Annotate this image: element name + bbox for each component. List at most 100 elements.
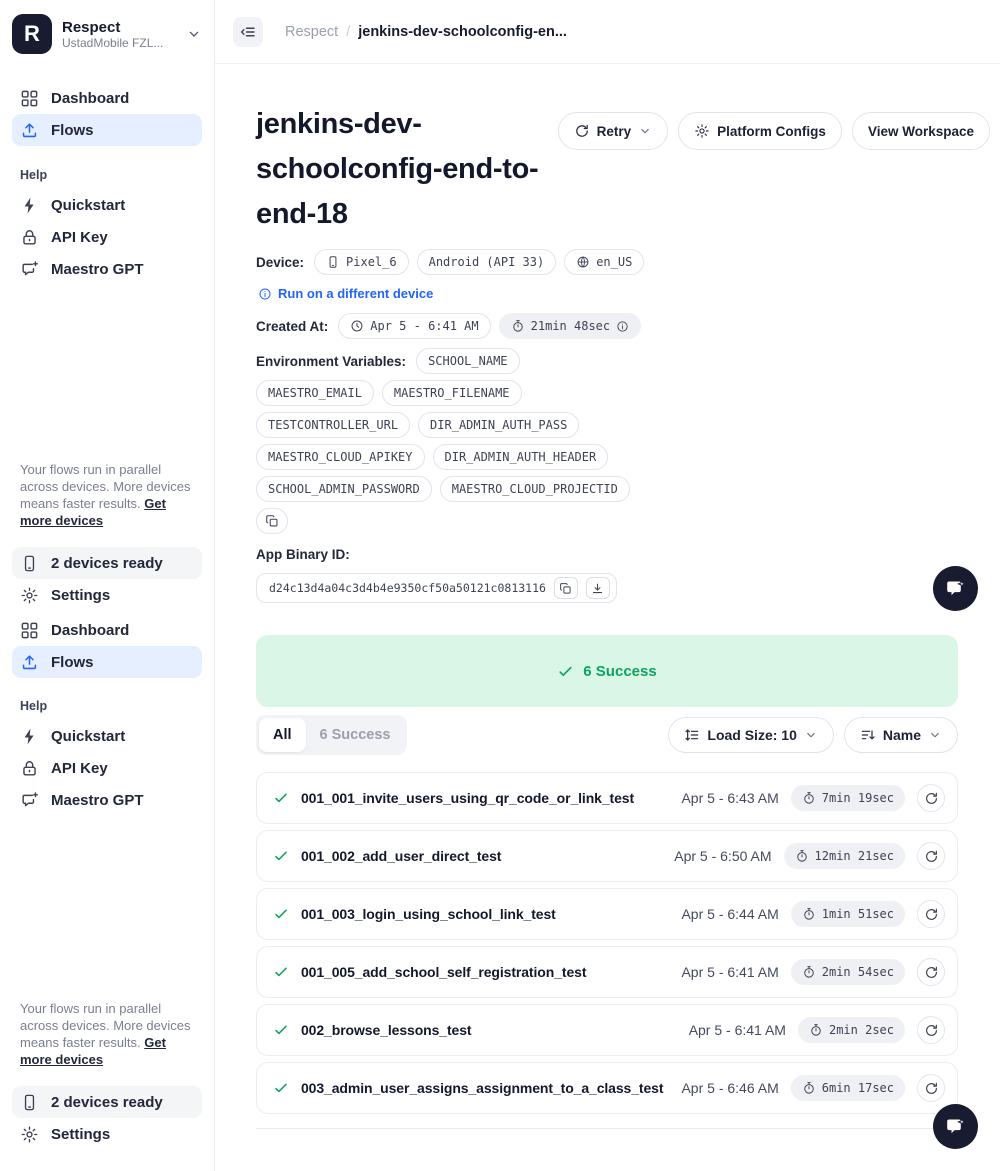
device-row: Device: Pixel_6 Android (API 33) en_US (256, 249, 958, 275)
sidebar-item-flows[interactable]: Flows (12, 114, 202, 146)
sidebar-item-maestro-gpt[interactable]: Maestro GPT (12, 253, 202, 285)
flow-name: 001_001_invite_users_using_qr_code_or_li… (301, 790, 635, 806)
flow-row[interactable]: 001_001_invite_users_using_qr_code_or_li… (256, 772, 958, 824)
copy-env-button[interactable] (256, 508, 288, 534)
chevron-down-icon (638, 124, 652, 138)
flow-date: Apr 5 - 6:50 AM (674, 848, 772, 864)
device-locale: en_US (596, 255, 633, 269)
success-banner: 6 Success (256, 635, 958, 707)
retry-button[interactable]: Retry (557, 112, 669, 150)
sidebar-item-dashboard[interactable]: Dashboard (12, 614, 202, 646)
retry-icon (924, 849, 939, 864)
run-different-device-link[interactable]: Run on a different device (258, 286, 958, 301)
copy-binary-id-button[interactable] (553, 577, 578, 599)
sort-label: Name (882, 727, 921, 743)
sidebar-item-quickstart[interactable]: Quickstart (12, 720, 202, 752)
assistant-fab[interactable] (933, 1104, 978, 1149)
flow-name: 003_admin_user_assigns_assignment_to_a_c… (301, 1080, 664, 1096)
flow-row[interactable]: 001_002_add_user_direct_test Apr 5 - 6:5… (256, 830, 958, 882)
sidebar-item-api-key[interactable]: API Key (12, 752, 202, 784)
sidebar-item-dashboard[interactable]: Dashboard (12, 82, 202, 114)
list-divider (256, 1128, 958, 1129)
load-size-dropdown[interactable]: Load Size: 10 (668, 717, 834, 753)
retry-flow-button[interactable] (917, 958, 945, 986)
device-locale-chip: en_US (564, 249, 645, 275)
platform-configs-label: Platform Configs (717, 123, 826, 139)
phone-icon (326, 255, 340, 269)
env-label: Environment Variables: (256, 353, 407, 369)
load-size-icon (684, 727, 700, 743)
retry-flow-button[interactable] (917, 900, 945, 928)
check-icon (273, 790, 289, 806)
flows-upload-icon (20, 121, 39, 140)
platform-configs-button[interactable]: Platform Configs (678, 112, 842, 150)
collapse-sidebar-button[interactable] (233, 16, 263, 47)
retry-label: Retry (596, 123, 632, 139)
stopwatch-icon (809, 1023, 823, 1037)
tab-all[interactable]: All (259, 718, 306, 752)
retry-icon (924, 1081, 939, 1096)
sidebar-item-flows[interactable]: Flows (12, 646, 202, 678)
phone-icon (20, 1093, 39, 1112)
app-binary-chip: d24c13d4a04c3d4b4e9350cf50a50121c0813116 (256, 573, 617, 603)
flow-date: Apr 5 - 6:44 AM (681, 906, 779, 922)
flow-duration: 6min 17sec (821, 1081, 894, 1095)
workspace-logo: R (12, 14, 52, 54)
sidebar-item-settings[interactable]: Settings (12, 579, 202, 611)
sidebar-item-maestro-gpt[interactable]: Maestro GPT (12, 784, 202, 816)
stopwatch-icon (802, 965, 816, 979)
retry-flow-button[interactable] (917, 784, 945, 812)
clock-icon (350, 319, 364, 333)
flow-row[interactable]: 001_005_add_school_self_registration_tes… (256, 946, 958, 998)
retry-flow-button[interactable] (917, 1074, 945, 1102)
stopwatch-icon (802, 791, 816, 805)
view-workspace-button[interactable]: View Workspace (851, 112, 990, 150)
flow-duration-chip: 2min 54sec (790, 959, 905, 985)
env-var-chip: TESTCONTROLLER_URL (256, 412, 411, 438)
total-duration-chip: 21min 48sec (498, 313, 642, 339)
env-var: MAESTRO_EMAIL (268, 386, 362, 400)
lock-icon (20, 759, 39, 778)
created-at-row: Created At: Apr 5 - 6:41 AM 21min 48sec (256, 313, 958, 339)
retry-flow-button[interactable] (917, 1016, 945, 1044)
dashboard-icon (20, 621, 39, 640)
download-binary-button[interactable] (585, 577, 610, 599)
flow-duration-chip: 12min 21sec (783, 843, 905, 869)
globe-icon (576, 255, 590, 269)
chevron-down-icon (186, 26, 202, 42)
assistant-fab[interactable] (933, 566, 978, 611)
download-icon (591, 582, 604, 595)
env-var: MAESTRO_CLOUD_PROJECTID (451, 482, 618, 496)
breadcrumb-separator: / (346, 23, 351, 40)
sidebar-item-api-key[interactable]: API Key (12, 221, 202, 253)
dashboard-icon (20, 89, 39, 108)
breadcrumb-workspace[interactable]: Respect (285, 24, 338, 40)
env-var-chip: DIR_ADMIN_AUTH_PASS (418, 412, 580, 438)
env-var-chip: MAESTRO_CLOUD_PROJECTID (439, 476, 630, 502)
device-label: Device: (256, 254, 305, 270)
workspace-switcher[interactable]: R Respect UstadMobile FZL... (12, 12, 202, 56)
flow-row[interactable]: 003_admin_user_assigns_assignment_to_a_c… (256, 1062, 958, 1114)
chevron-down-icon (928, 728, 942, 742)
flow-name: 001_002_add_user_direct_test (301, 848, 502, 864)
bolt-icon (20, 727, 39, 746)
sidebar-item-quickstart[interactable]: Quickstart (12, 189, 202, 221)
breadcrumb: Respect / jenkins-dev-schoolconfig-en... (285, 24, 567, 40)
env-var: MAESTRO_FILENAME (393, 386, 510, 400)
check-icon (557, 663, 574, 680)
env-var: SCHOOL_ADMIN_PASSWORD (268, 482, 420, 496)
retry-icon (924, 791, 939, 806)
tab-success[interactable]: 6 Success (306, 718, 405, 752)
env-var-chip: MAESTRO_CLOUD_APIKEY (256, 444, 425, 470)
sidebar-item-label: Maestro GPT (51, 791, 144, 809)
devices-ready-item[interactable]: 2 devices ready (12, 1086, 202, 1118)
retry-flow-button[interactable] (917, 842, 945, 870)
run-different-device-label: Run on a different device (278, 286, 434, 301)
flow-row[interactable]: 001_003_login_using_school_link_test Apr… (256, 888, 958, 940)
env-var: MAESTRO_CLOUD_APIKEY (268, 450, 413, 464)
flow-row[interactable]: 002_browse_lessons_test Apr 5 - 6:41 AM … (256, 1004, 958, 1056)
retry-icon (924, 907, 939, 922)
devices-ready-item[interactable]: 2 devices ready (12, 547, 202, 579)
sort-dropdown[interactable]: Name (843, 717, 958, 753)
sidebar-item-settings[interactable]: Settings (12, 1118, 202, 1150)
